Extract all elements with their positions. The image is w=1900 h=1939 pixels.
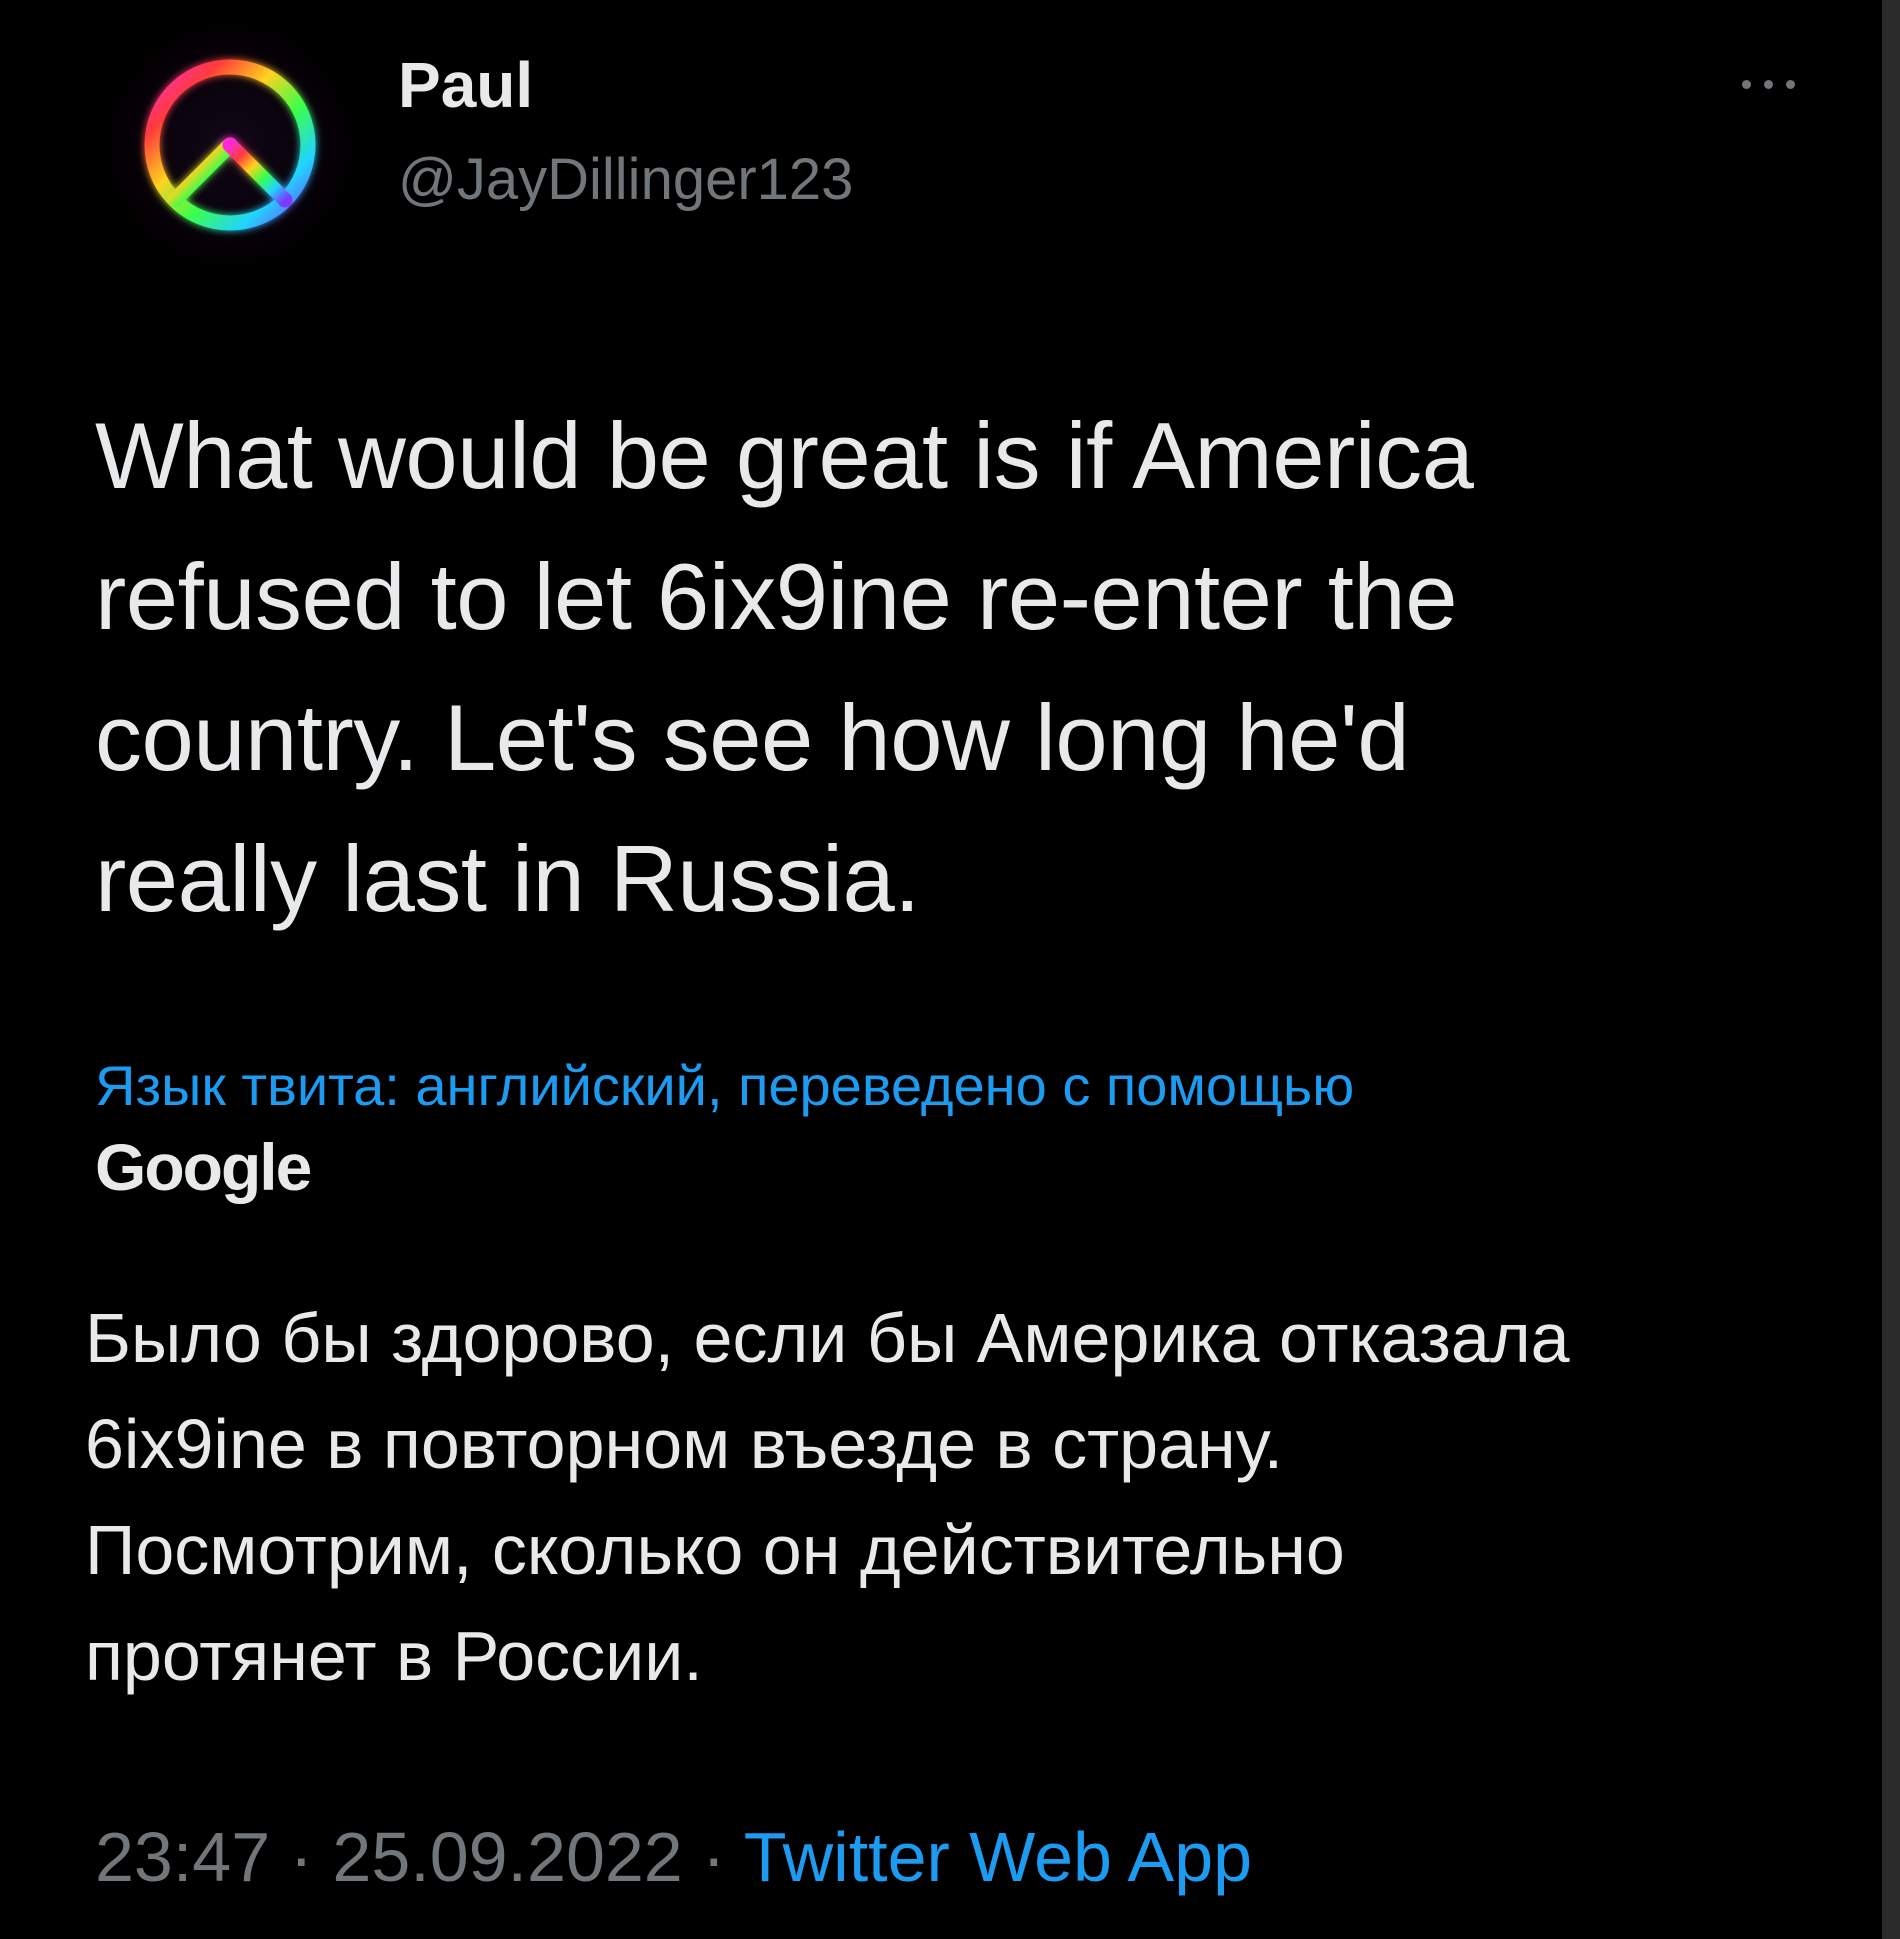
avatar[interactable] bbox=[105, 20, 355, 270]
translated-text: Было бы здорово, если бы Америка отказал… bbox=[85, 1299, 1570, 1695]
dot bbox=[1742, 80, 1751, 89]
peace-sign-icon bbox=[144, 59, 316, 231]
meta-separator: · bbox=[270, 1818, 333, 1896]
tweet-meta: 23:47 · 25.09.2022 · Twitter Web App bbox=[95, 1812, 1252, 1902]
google-logo: Google bbox=[95, 1130, 312, 1204]
dot bbox=[1786, 80, 1795, 89]
translation-note-link[interactable]: Язык твита: английский, переведено с пом… bbox=[95, 1050, 1795, 1122]
meta-separator: · bbox=[682, 1818, 744, 1896]
dot bbox=[1764, 80, 1773, 89]
tweet-text: What would be great is if America refuse… bbox=[95, 403, 1474, 931]
tweet-date[interactable]: 25.09.2022 bbox=[332, 1818, 682, 1896]
author-handle[interactable]: @JayDillinger123 bbox=[398, 140, 853, 220]
more-options-icon[interactable] bbox=[1734, 58, 1804, 108]
tweet-card: Paul @JayDillinger123 What would be grea… bbox=[0, 0, 1900, 1939]
tweet-source-link[interactable]: Twitter Web App bbox=[744, 1818, 1252, 1896]
author-name[interactable]: Paul bbox=[398, 45, 533, 125]
tweet-time[interactable]: 23:47 bbox=[95, 1818, 270, 1896]
screen-edge bbox=[1882, 0, 1900, 1939]
